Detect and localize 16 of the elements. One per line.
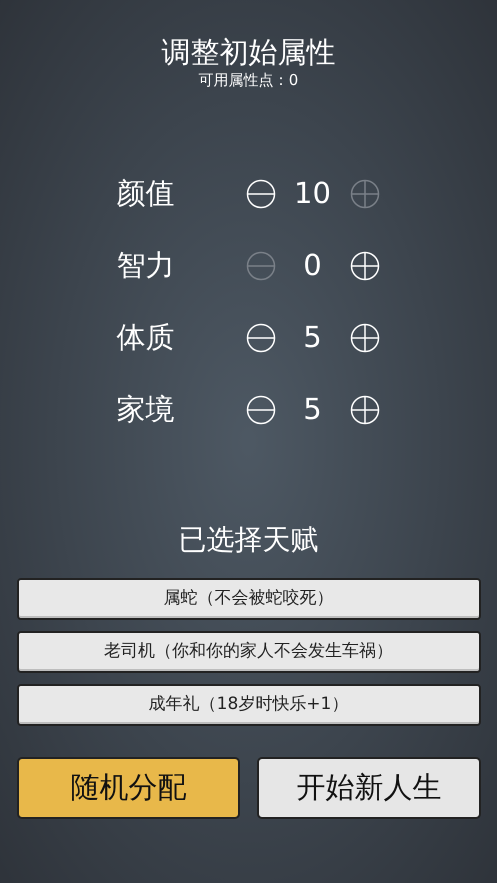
- attribute-label: 体质: [116, 319, 176, 356]
- talents-heading: 已选择天赋: [178, 522, 318, 558]
- talent-card: 成年礼（18岁时快乐+1）: [16, 684, 480, 726]
- attribute-value: 0: [302, 247, 323, 284]
- attribute-value: 5: [302, 319, 323, 356]
- attribute-label: 智力: [116, 247, 176, 284]
- talent-card: 老司机（你和你的家人不会发生车祸）: [16, 631, 480, 673]
- attribute-label: 家境: [116, 391, 176, 428]
- talent-card: 属蛇（不会被蛇咬死）: [16, 578, 480, 620]
- start-button[interactable]: 开始新人生: [257, 757, 480, 819]
- attribute-label: 颜值: [116, 175, 176, 212]
- random-assign-button[interactable]: 随机分配: [16, 757, 240, 819]
- page-title: 调整初始属性: [162, 34, 336, 70]
- available-points: 可用属性点：0: [198, 70, 298, 90]
- attribute-value: 5: [302, 391, 323, 428]
- attribute-value: 10: [293, 175, 332, 212]
